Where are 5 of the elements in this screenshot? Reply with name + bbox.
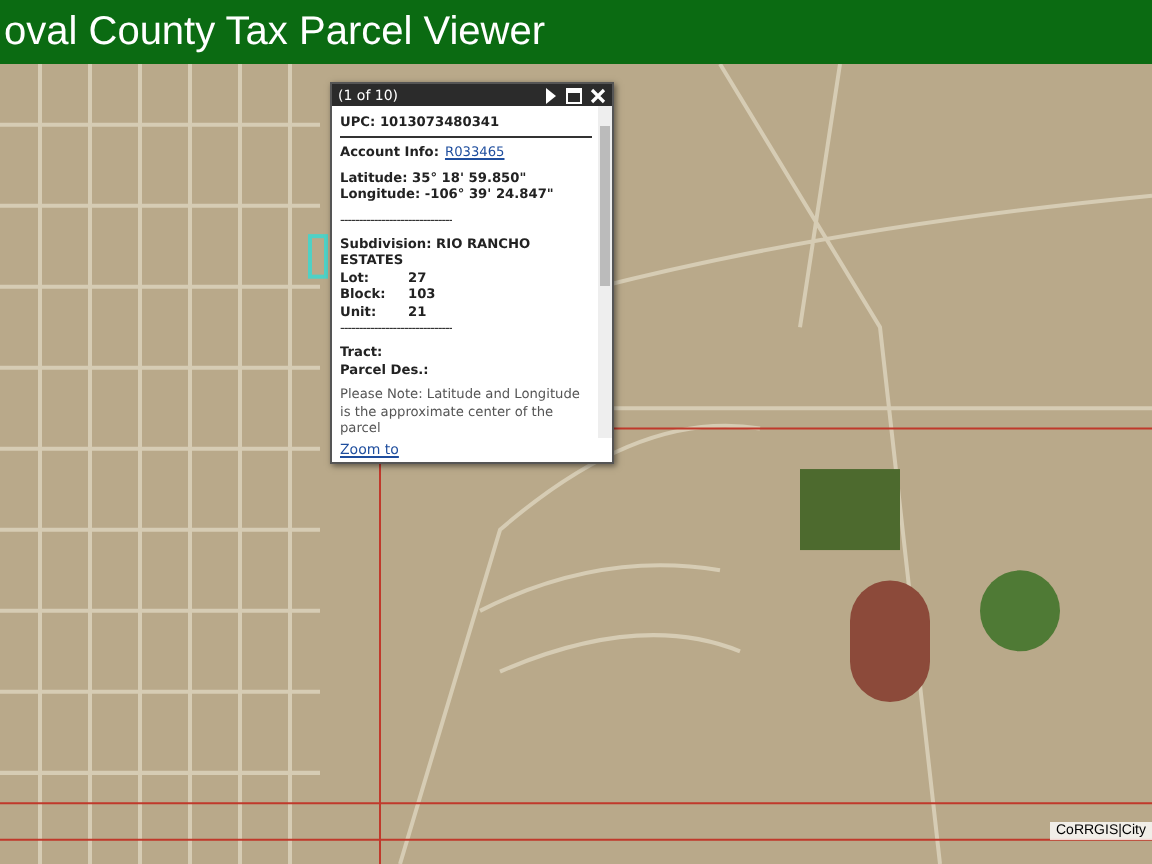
- close-icon[interactable]: [590, 87, 606, 103]
- next-icon[interactable]: [544, 87, 558, 103]
- maximize-icon[interactable]: [566, 87, 582, 103]
- scrollbar[interactable]: [598, 106, 612, 437]
- app-title: oval County Tax Parcel Viewer: [2, 9, 546, 55]
